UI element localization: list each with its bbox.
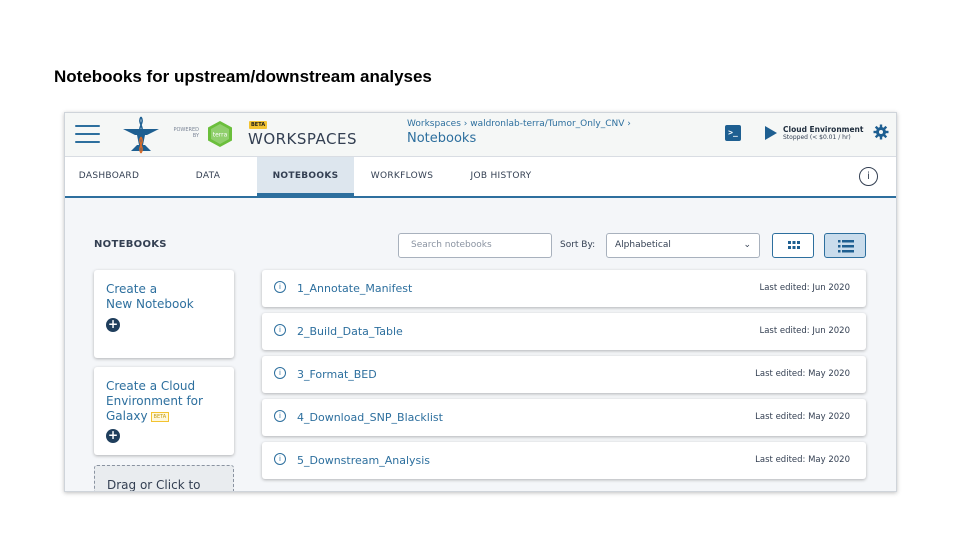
powered-by-label: POWERED BY	[173, 127, 199, 139]
tab-data[interactable]: DATA	[173, 157, 243, 196]
workspace-tabs: DASHBOARD DATA NOTEBOOKS WORKFLOWS JOB H…	[65, 157, 896, 198]
tab-workflows[interactable]: WORKFLOWS	[360, 157, 444, 196]
notebook-row[interactable]: i 2_Build_Data_Table Last edited: Jun 20…	[262, 313, 866, 350]
notebook-row[interactable]: i 5_Downstream_Analysis Last edited: May…	[262, 442, 866, 479]
chevron-down-icon: ⌄	[743, 240, 751, 250]
notebook-last-edited: Last edited: Jun 2020	[759, 283, 850, 293]
plus-circle-icon: +	[106, 317, 120, 332]
svg-text:terra: terra	[213, 132, 228, 139]
create-notebook-card[interactable]: Create a New Notebook +	[94, 270, 234, 358]
breadcrumb[interactable]: Workspaces › waldronlab-terra/Tumor_Only…	[407, 119, 631, 129]
notebook-last-edited: Last edited: May 2020	[755, 455, 850, 465]
terminal-icon[interactable]: >_	[725, 125, 741, 141]
notebook-last-edited: Last edited: Jun 2020	[759, 326, 850, 336]
upload-drop-zone[interactable]: Drag or Click to	[94, 465, 234, 492]
notebook-name[interactable]: 1_Annotate_Manifest	[297, 282, 412, 295]
top-header: POWERED BY terra BETA WORKSPACES Workspa…	[65, 113, 896, 157]
anvil-logo-icon[interactable]	[117, 115, 165, 155]
cloud-environment-title[interactable]: Cloud Environment	[783, 125, 864, 134]
tab-notebooks[interactable]: NOTEBOOKS	[257, 157, 354, 196]
info-icon[interactable]: i	[274, 324, 286, 336]
notebook-last-edited: Last edited: May 2020	[755, 369, 850, 379]
plus-circle-icon: +	[106, 428, 120, 443]
info-icon[interactable]: i	[274, 281, 286, 293]
app-title[interactable]: WORKSPACES	[248, 130, 357, 148]
page-title: Notebooks	[407, 131, 477, 146]
terra-logo-icon[interactable]: terra	[207, 120, 233, 148]
create-notebook-label: Create a New Notebook	[106, 282, 194, 311]
slide-title: Notebooks for upstream/downstream analys…	[54, 67, 432, 86]
beta-badge: BETA	[249, 121, 268, 129]
sort-select[interactable]: Alphabetical ⌄	[606, 233, 760, 258]
notebook-name[interactable]: 3_Format_BED	[297, 368, 377, 381]
galaxy-beta-badge: BETA	[150, 411, 170, 422]
play-icon[interactable]	[765, 126, 777, 140]
search-input[interactable]: Search notebooks	[398, 233, 552, 258]
create-cloud-environment-card[interactable]: Create a Cloud Environment for Galaxy BET…	[94, 367, 234, 455]
drop-zone-label: Drag or Click to	[107, 478, 201, 492]
tab-dashboard[interactable]: DASHBOARD	[65, 157, 153, 196]
notebook-row[interactable]: i 1_Annotate_Manifest Last edited: Jun 2…	[262, 270, 866, 307]
info-icon[interactable]: i	[859, 167, 878, 186]
tab-job-history[interactable]: JOB HISTORY	[457, 157, 545, 196]
notebook-row[interactable]: i 3_Format_BED Last edited: May 2020	[262, 356, 866, 393]
create-cloud-environment-label: Create a Cloud Environment for Galaxy BET…	[106, 379, 203, 423]
section-title: NOTEBOOKS	[94, 239, 167, 250]
grid-view-icon	[788, 241, 800, 249]
terra-app-window: POWERED BY terra BETA WORKSPACES Workspa…	[64, 112, 897, 492]
notebook-last-edited: Last edited: May 2020	[755, 412, 850, 422]
info-icon[interactable]: i	[274, 367, 286, 379]
sort-by-label: Sort By:	[560, 240, 596, 250]
info-icon[interactable]: i	[274, 453, 286, 465]
cloud-environment-status: Stopped (< $0.01 / hr)	[783, 134, 851, 141]
gear-icon[interactable]	[873, 124, 889, 140]
notebook-row[interactable]: i 4_Download_SNP_Blacklist Last edited: …	[262, 399, 866, 436]
hamburger-icon[interactable]	[75, 125, 100, 145]
list-view-button[interactable]	[824, 233, 866, 258]
sort-select-value: Alphabetical	[615, 240, 671, 250]
notebook-name[interactable]: 2_Build_Data_Table	[297, 325, 403, 338]
notebook-name[interactable]: 4_Download_SNP_Blacklist	[297, 411, 443, 424]
notebook-name[interactable]: 5_Downstream_Analysis	[297, 454, 430, 467]
list-view-icon	[838, 240, 854, 253]
info-icon[interactable]: i	[274, 410, 286, 422]
grid-view-button[interactable]	[772, 233, 814, 258]
